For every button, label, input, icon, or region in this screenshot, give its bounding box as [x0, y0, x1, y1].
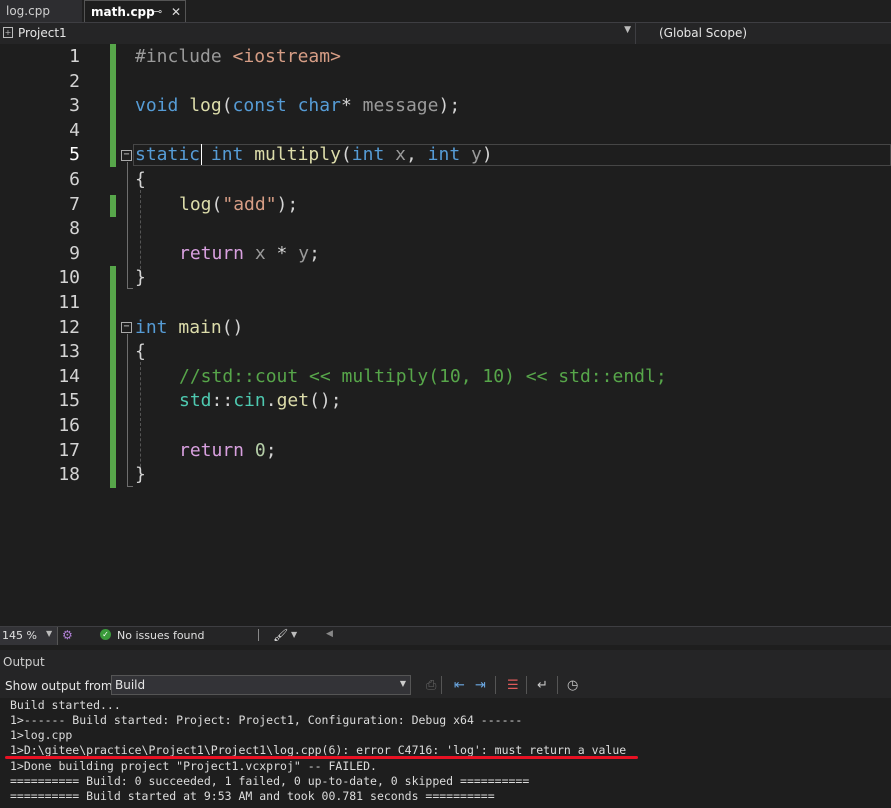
fold-guide: [127, 162, 128, 289]
separator: [495, 676, 496, 694]
output-title: Output: [3, 655, 45, 669]
code-line-17: return 0;: [179, 440, 277, 461]
line-number: 4: [69, 120, 80, 141]
line-number-current: 5: [69, 144, 80, 165]
code-line-13: {: [135, 341, 146, 362]
tab-bar: log.cpp math.cpp ⊸ ✕: [0, 0, 891, 23]
separator: [441, 676, 442, 694]
output-line-error: 1>D:\gitee\practice\Project1\Project1\lo…: [10, 743, 627, 757]
output-line: ========== Build started at 9:53 AM and …: [10, 789, 495, 803]
change-bar: [110, 266, 116, 488]
change-bar: [110, 44, 116, 167]
line-number: 3: [69, 95, 80, 116]
line-number: 2: [69, 71, 80, 92]
check-icon: ✓: [100, 629, 111, 640]
fold-guide-end: [127, 486, 133, 487]
chevron-down-icon: ▼: [624, 25, 631, 35]
clock-icon[interactable]: ◷: [567, 678, 578, 693]
line-number: 14: [58, 366, 80, 387]
word-wrap-icon[interactable]: ↵: [537, 678, 548, 693]
line-number: 10: [58, 267, 80, 288]
code-line-7: log("add");: [179, 194, 299, 215]
output-source-value: Build: [115, 678, 146, 692]
code-line-9: return x * y;: [179, 243, 320, 264]
code-line-15: std::cin.get();: [179, 390, 342, 411]
line-number: 16: [58, 415, 80, 436]
line-number: 6: [69, 169, 80, 190]
line-number: 1: [69, 46, 80, 67]
line-number: 8: [69, 218, 80, 239]
next-message-icon[interactable]: ⇥: [475, 678, 486, 693]
code-editor[interactable]: 1 2 3 4 5 6 7 8 9 10 11 12 13 14 15 16 1…: [0, 44, 891, 626]
text-cursor: [201, 144, 202, 165]
error-underline-annotation: [5, 756, 638, 759]
pin-icon[interactable]: ⊸: [153, 1, 162, 23]
separator: [258, 629, 259, 641]
fold-guide-end: [127, 288, 133, 289]
line-number: 9: [69, 243, 80, 264]
chevron-down-icon[interactable]: ▼: [291, 630, 297, 639]
project-dropdown[interactable]: + Project1 ▼: [0, 23, 636, 44]
output-source-select[interactable]: Build ▼: [111, 675, 411, 695]
copilot-icon[interactable]: ⚙: [62, 628, 73, 642]
code-line-1: #include <iostream>: [135, 46, 341, 67]
navigation-bar: + Project1 ▼ (Global Scope): [0, 23, 891, 45]
line-number: 17: [58, 440, 80, 461]
line-number: 13: [58, 341, 80, 362]
find-message-icon[interactable]: ⎙: [426, 678, 436, 693]
fold-guide: [127, 334, 128, 487]
issues-status[interactable]: No issues found: [117, 629, 204, 642]
separator: [526, 676, 527, 694]
change-bar: [110, 195, 116, 217]
zoom-dropdown[interactable]: 145 % ▼: [0, 627, 58, 645]
code-line-6: {: [135, 169, 146, 190]
output-panel-header: Output: [0, 650, 891, 672]
collapse-icon[interactable]: −: [121, 150, 132, 161]
code-line-14: //std::cout << multiply(10, 10) << std::…: [179, 366, 667, 387]
output-line: 1>Done building project "Project1.vcxpro…: [10, 759, 377, 773]
code-line-3: void log(const char* message);: [135, 95, 461, 116]
previous-message-icon[interactable]: ⇤: [454, 678, 465, 693]
editor-status-bar: 145 % ▼ ⚙ ✓ No issues found 🖌 ▼ ◀: [0, 626, 891, 645]
show-output-label: Show output from:: [5, 679, 117, 693]
scope-label: (Global Scope): [659, 26, 748, 40]
zoom-level: 145 %: [2, 629, 37, 642]
separator: [557, 676, 558, 694]
line-number: 18: [58, 464, 80, 485]
output-text-area[interactable]: Build started... 1>------ Build started:…: [0, 698, 891, 808]
clear-all-icon[interactable]: ☰: [507, 678, 519, 693]
line-number: 15: [58, 390, 80, 411]
output-line: ========== Build: 0 succeeded, 1 failed,…: [10, 774, 530, 788]
scope-dropdown[interactable]: (Global Scope): [636, 23, 891, 44]
line-number: 7: [69, 194, 80, 215]
output-line: Build started...: [10, 698, 121, 712]
project-icon: +: [3, 27, 13, 38]
output-line: 1>------ Build started: Project: Project…: [10, 713, 523, 727]
tab-label: math.cpp: [91, 5, 155, 19]
tab-label: log.cpp: [6, 4, 50, 18]
chevron-down-icon: ▼: [399, 679, 406, 688]
line-number: 11: [58, 292, 80, 313]
line-number: 12: [58, 317, 80, 338]
close-icon[interactable]: ✕: [171, 1, 181, 23]
code-line-18: }: [135, 464, 146, 485]
code-line-10: }: [135, 267, 146, 288]
code-line-5: static int multiply(int x, int y): [135, 144, 493, 165]
chevron-down-icon: ▼: [46, 629, 53, 638]
output-line: 1>log.cpp: [10, 728, 73, 742]
brush-icon[interactable]: 🖌: [273, 628, 288, 642]
tab-math-cpp[interactable]: math.cpp ⊸ ✕: [84, 0, 186, 22]
tab-log-cpp[interactable]: log.cpp: [0, 0, 82, 22]
scroll-left-icon[interactable]: ◀: [326, 629, 333, 639]
project-name: Project1: [18, 26, 67, 40]
collapse-icon[interactable]: −: [121, 322, 132, 333]
code-line-12: int main(): [135, 317, 244, 338]
